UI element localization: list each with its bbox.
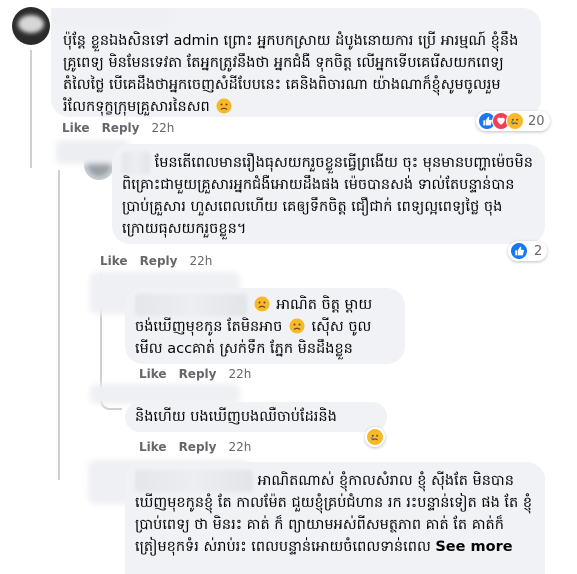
comment-text: និងហើយ បងឃើញបងឈឺចាប់ដែរនិង: [135, 406, 377, 428]
redacted-name: [51, 8, 171, 26]
thread-connector: [30, 50, 52, 168]
comment-bubble: អាណិត ចិត្ត ម្ដាយ ចង់ឃើញមុខកូន តែមិនអាច …: [125, 288, 405, 364]
reply-link[interactable]: Reply: [102, 121, 140, 135]
comment-timestamp[interactable]: 22h: [189, 254, 212, 268]
like-link[interactable]: Like: [100, 254, 128, 268]
redacted-name: [135, 294, 247, 316]
comment-actions: Like Reply 22h: [139, 367, 251, 381]
comment-timestamp[interactable]: 22h: [228, 367, 251, 381]
like-link[interactable]: Like: [62, 121, 90, 135]
comment-text: ប៉ុន្តែ ខ្លួនឯងសិនទៅ admin ព្រោះ អ្នកបកស…: [63, 30, 529, 117]
redacted-name: [90, 384, 240, 404]
comment-actions: Like Reply 22h: [100, 254, 212, 268]
reply-link[interactable]: Reply: [179, 440, 217, 454]
comment-bubble: និងហើយ បងឃើញបងឈឺចាប់ដែរនិង: [125, 402, 387, 432]
reaction-summary[interactable]: 20: [476, 111, 550, 131]
like-link[interactable]: Like: [139, 367, 167, 381]
comment-actions: Like Reply 22h: [62, 121, 174, 135]
reply-link[interactable]: Reply: [140, 254, 178, 268]
reaction-count: 20: [528, 113, 545, 129]
comment-bubble: ប៉ុន្តែ ខ្លួនឯងសិនទៅ admin ព្រោះ អ្នកបកស…: [51, 8, 541, 117]
see-more-link[interactable]: See more: [435, 539, 512, 555]
sad-face-emoji-icon: [254, 296, 270, 312]
like-link[interactable]: Like: [139, 440, 167, 454]
comment-text: អាណិតណាស់ ខ្ញុំកាលសំរាល ខ្ញុំ ស៊ីងតែ មិន…: [135, 470, 535, 558]
comment-bubble: អាណិតណាស់ ខ្ញុំកាលសំរាល ខ្ញុំ ស៊ីងតែ មិន…: [125, 462, 545, 574]
reply-link[interactable]: Reply: [179, 367, 217, 381]
comment-text: អាណិត ចិត្ត ម្ដាយ ចង់ឃើញមុខកូន តែមិនអាច …: [135, 294, 395, 360]
comments-thread: ប៉ុន្តែ ខ្លួនឯងសិនទៅ admin ព្រោះ អ្នកបកស…: [0, 0, 577, 574]
like-icon: [510, 242, 528, 260]
reaction-summary[interactable]: 2: [508, 241, 548, 261]
redacted-name: [135, 470, 253, 492]
comment-body: ប៉ុន្តែ ខ្លួនឯងសិនទៅ admin ព្រោះ អ្នកបកស…: [63, 33, 519, 115]
sad-face-emoji-icon: [216, 98, 232, 114]
comment-text: មែនតើពេលមានរឿងធុសយករួចខ្លួនធ្វើព្រងើយ ចុ…: [122, 152, 535, 240]
comment-timestamp[interactable]: 22h: [228, 440, 251, 454]
sad-icon: [366, 428, 384, 446]
comment-body: មែនតើពេលមានរឿងធុសយករួចខ្លួនធ្វើព្រងើយ ចុ…: [122, 155, 533, 237]
sad-face-emoji-icon: [289, 318, 305, 334]
reaction-summary[interactable]: [365, 427, 385, 447]
reaction-count: 2: [534, 243, 543, 259]
comment-body: និងហើយ បងឃើញបងឈឺចាប់ដែរនិង: [135, 409, 337, 425]
commenter-avatar[interactable]: [12, 7, 50, 45]
comment-actions: Like Reply 22h: [139, 440, 251, 454]
redacted-name: [122, 152, 150, 174]
sad-icon: [506, 112, 524, 130]
comment-timestamp[interactable]: 22h: [151, 121, 174, 135]
thread-connector: [58, 170, 88, 480]
comment-bubble: មែនតើពេលមានរឿងធុសយករួចខ្លួនធ្វើព្រងើយ ចុ…: [112, 144, 545, 244]
